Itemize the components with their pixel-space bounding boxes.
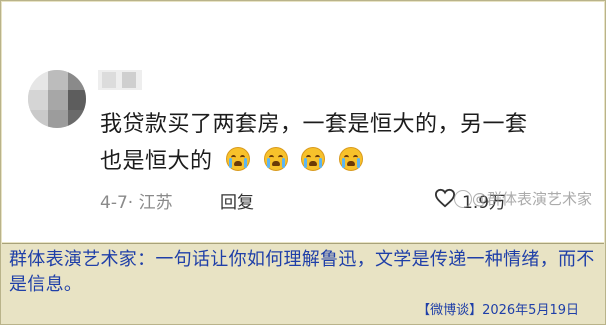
watermark: @群体表演艺术家 [472, 190, 593, 208]
divider [2, 243, 604, 244]
comment-line-2-text: 也是恒大的 [100, 149, 213, 174]
meme-card: 我贷款买了两套房，一套是恒大的，另一套 也是恒大的 4-7· 江苏 回复 1.9… [0, 0, 606, 325]
reply-button[interactable]: 回复 [220, 188, 254, 213]
like-heart-icon[interactable] [434, 188, 456, 208]
crying-face-icon [226, 147, 251, 171]
caption-text: 群体表演艺术家：一句话让你如何理解鲁迅，文学是传递一种情绪，而不是信息。 [9, 249, 595, 295]
avatar[interactable] [28, 70, 86, 128]
comment-date-location: 4-7· 江苏 [100, 193, 173, 213]
comment-line-2: 也是恒大的 [100, 143, 580, 180]
crying-face-icon [338, 147, 363, 171]
comment-line-1: 我贷款买了两套房，一套是恒大的，另一套 [100, 112, 528, 137]
crying-face-icon [263, 147, 288, 171]
comment-text: 我贷款买了两套房，一套是恒大的，另一套 也是恒大的 [100, 106, 580, 180]
weibo-watermark-icon [454, 190, 472, 208]
comment-screenshot: 我贷款买了两套房，一套是恒大的，另一套 也是恒大的 4-7· 江苏 回复 1.9… [2, 2, 604, 242]
crying-face-icon [301, 147, 326, 171]
footer-source-date: 【微博谈】2026年5月19日 [417, 303, 579, 318]
username-blurred[interactable] [98, 70, 142, 90]
